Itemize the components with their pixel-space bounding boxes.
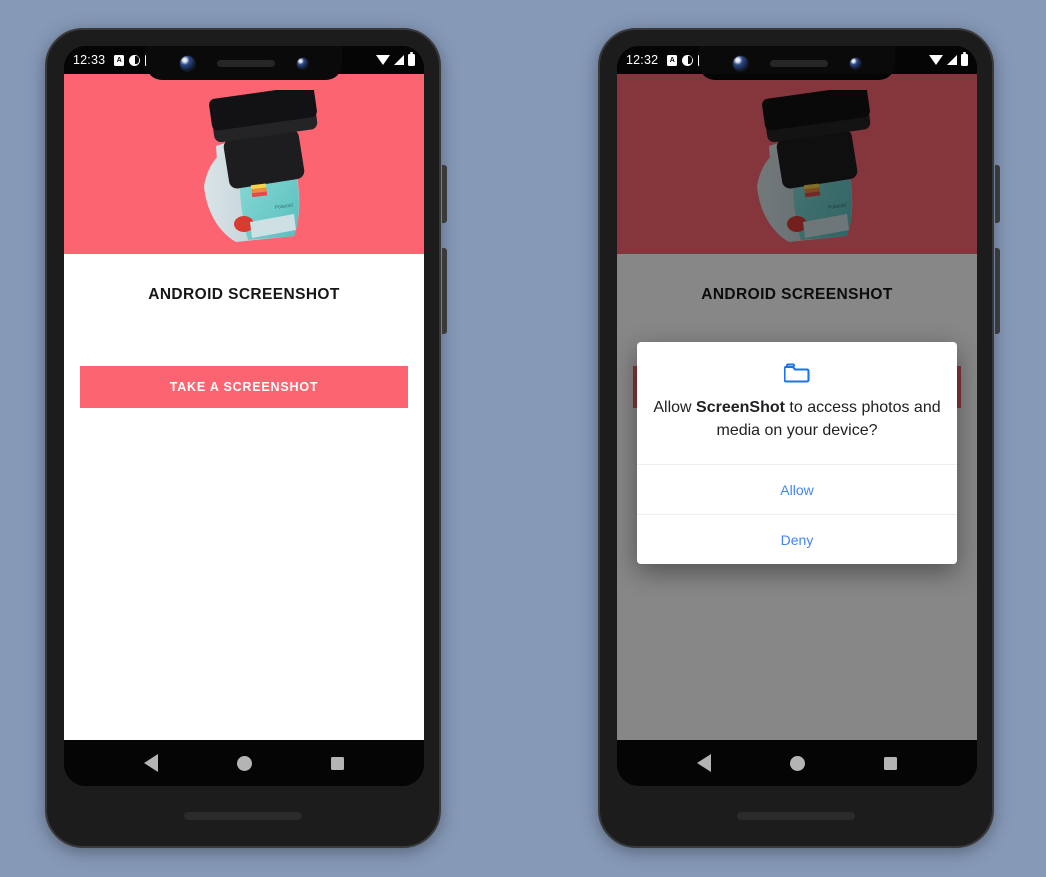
bottom-speaker-grille — [184, 812, 302, 820]
phone-screen-left: 12:33 A Polaroid ANDROID SCREENSHOT TAKE… — [64, 46, 424, 786]
do-not-disturb-icon — [129, 54, 141, 66]
do-not-disturb-icon — [682, 54, 694, 66]
back-icon[interactable] — [143, 754, 158, 772]
battery-icon — [408, 52, 415, 66]
phone-device-left: 12:33 A Polaroid ANDROID SCREENSHOT TAKE… — [45, 28, 447, 848]
permission-dialog: Allow ScreenShot to access photos and me… — [637, 342, 957, 565]
phone-device-right: 12:32 A Polaroid ANDROID SCREENSHOT Allo… — [598, 28, 1000, 848]
screenshot-app-icon: A — [667, 54, 678, 66]
polaroid-printer-illustration: Polaroid — [204, 90, 318, 242]
power-button[interactable] — [995, 165, 1000, 223]
deny-button[interactable]: Deny — [637, 514, 957, 565]
folder-icon — [653, 362, 941, 383]
volume-button[interactable] — [442, 248, 447, 334]
recents-icon[interactable] — [884, 756, 898, 770]
recents-icon[interactable] — [331, 756, 345, 770]
hero-banner: Polaroid — [64, 74, 424, 254]
wifi-icon — [929, 55, 943, 65]
app-content: Polaroid ANDROID SCREENSHOT TAKE A SCREE… — [64, 74, 424, 740]
allow-button[interactable]: Allow — [637, 464, 957, 515]
earpiece-speaker — [217, 59, 275, 67]
page-title: ANDROID SCREENSHOT — [148, 286, 340, 303]
earpiece-speaker — [770, 59, 828, 67]
status-bar-right-icons — [376, 52, 415, 66]
status-bar-clock: 12:33 — [73, 53, 106, 67]
display-notch — [146, 46, 342, 80]
cellular-signal-icon — [947, 55, 957, 65]
dialog-body: Allow ScreenShot to access photos and me… — [637, 342, 957, 464]
volume-button[interactable] — [995, 248, 1000, 334]
take-screenshot-button[interactable]: TAKE A SCREENSHOT — [80, 366, 408, 408]
front-camera-icon — [733, 55, 748, 71]
home-icon[interactable] — [789, 755, 805, 771]
phone-screen-right: 12:32 A Polaroid ANDROID SCREENSHOT Allo… — [617, 46, 977, 786]
dialog-app-name: ScreenShot — [696, 399, 785, 416]
dialog-message-prefix: Allow — [653, 399, 697, 416]
screenshot-app-icon: A — [114, 54, 125, 66]
back-icon[interactable] — [696, 754, 711, 772]
front-camera-secondary-icon — [850, 57, 861, 69]
navigation-bar — [617, 740, 977, 786]
bottom-speaker-grille — [737, 812, 855, 820]
front-camera-icon — [180, 55, 195, 71]
status-bar-right-icons — [929, 52, 968, 66]
dialog-message: Allow ScreenShot to access photos and me… — [653, 397, 941, 442]
navigation-bar — [64, 740, 424, 786]
cellular-signal-icon — [394, 55, 404, 65]
front-camera-secondary-icon — [297, 57, 308, 69]
home-icon[interactable] — [236, 755, 252, 771]
wifi-icon — [376, 55, 390, 65]
status-bar-clock: 12:32 — [626, 53, 659, 67]
power-button[interactable] — [442, 165, 447, 223]
battery-icon — [961, 52, 968, 66]
